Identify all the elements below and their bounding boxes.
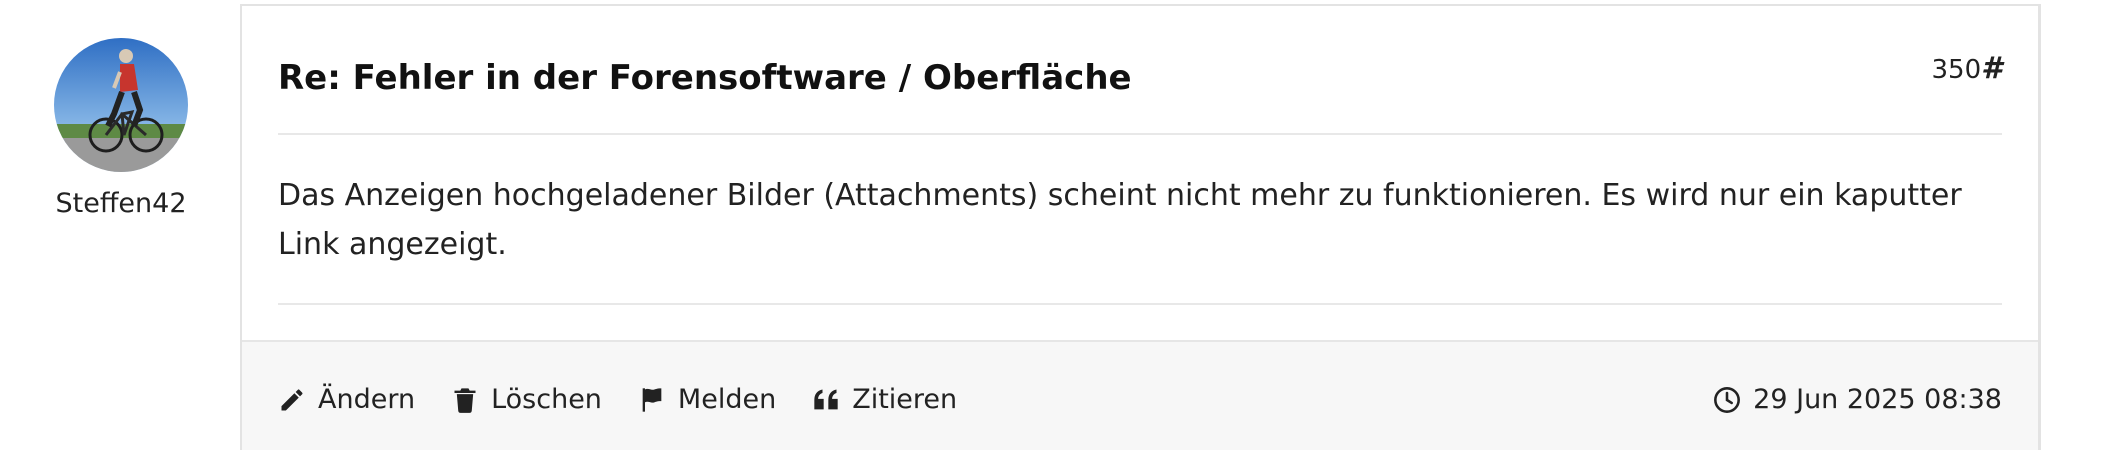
post-text: Das Anzeigen hochgeladener Bilder (Attac… — [278, 178, 1962, 262]
post-title: Re: Fehler in der Forensoftware / Oberfl… — [278, 58, 1132, 98]
post-number-value: 350 — [1931, 55, 1982, 85]
quote-icon — [814, 389, 838, 409]
forum-post-page: Steffen42 Re: Fehler in der Forensoftwar… — [0, 0, 2106, 450]
post-date[interactable]: 29 Jun 2025 08:38 — [1713, 384, 2002, 415]
report-button[interactable]: Melden — [638, 384, 776, 415]
avatar[interactable] — [54, 38, 188, 172]
post-number[interactable]: 350# — [1931, 51, 2002, 86]
quote-button[interactable]: Zitieren — [812, 384, 957, 415]
trash-icon — [454, 387, 476, 413]
post-body: Das Anzeigen hochgeladener Bilder (Attac… — [278, 133, 2002, 305]
report-button-label: Melden — [677, 384, 777, 415]
post-footer: Ändern Löschen Melden Zitieren 29 Jun 20… — [242, 340, 2038, 450]
post-date-text: 29 Jun 2025 08:38 — [1753, 384, 2002, 415]
quote-button-label: Zitieren — [852, 384, 958, 415]
author-name[interactable]: Steffen42 — [0, 188, 242, 219]
post-header: Re: Fehler in der Forensoftware / Oberfl… — [278, 6, 2002, 135]
flag-icon — [642, 387, 662, 412]
post-author: Steffen42 — [0, 0, 240, 450]
hash-icon: # — [1981, 51, 2002, 86]
edit-button-label: Ändern — [318, 384, 416, 415]
pencil-icon — [281, 388, 303, 410]
delete-button-label: Löschen — [491, 384, 602, 415]
clock-icon — [1714, 386, 1741, 413]
avatar-image — [54, 38, 188, 172]
delete-button[interactable]: Löschen — [451, 384, 602, 415]
post-actions: Ändern Löschen Melden Zitieren — [278, 384, 993, 415]
edit-button[interactable]: Ändern — [278, 384, 415, 415]
post-card: Re: Fehler in der Forensoftware / Oberfl… — [240, 4, 2041, 450]
